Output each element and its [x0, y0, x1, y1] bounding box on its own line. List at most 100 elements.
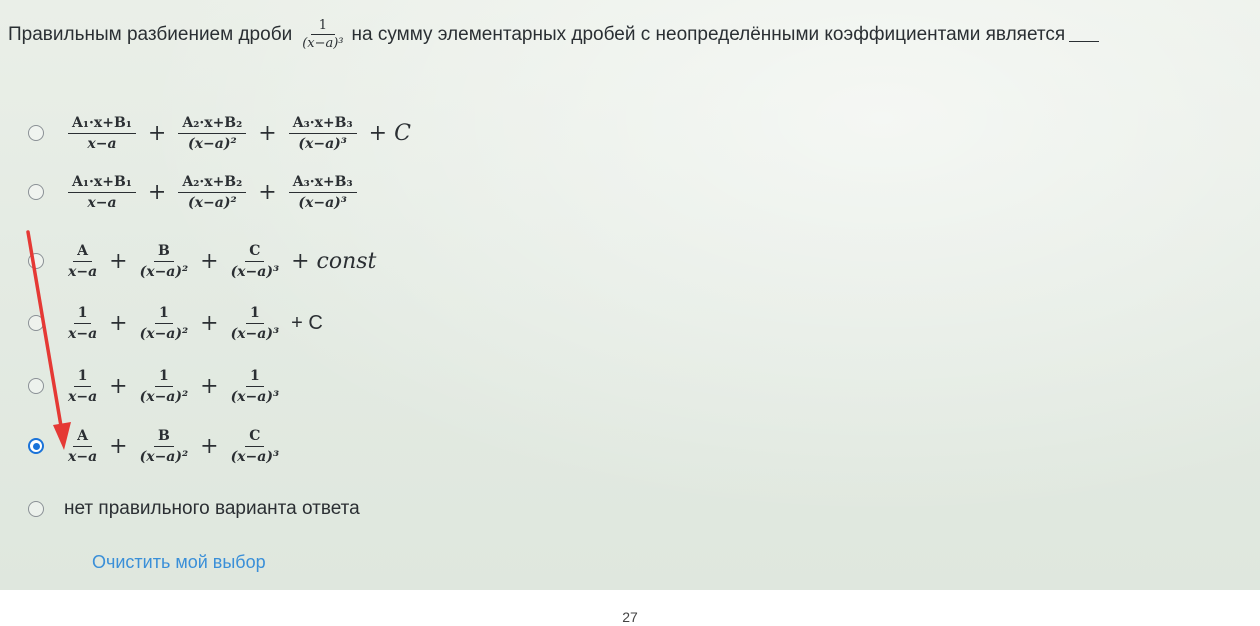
plus-sign: + [109, 373, 128, 399]
plus-sign: + [109, 248, 128, 274]
fraction-denominator: x−a [68, 263, 98, 280]
plus-sign: + [200, 373, 219, 399]
fraction-numerator: 1 [245, 305, 264, 324]
option-formula: Ax−a + B (x−a)² + C (x−a)³ + const [64, 243, 376, 280]
fraction-denominator: (x−a)² [188, 194, 237, 211]
fraction-denominator: (x−a)³ [298, 135, 347, 152]
plus-sign: + [258, 120, 277, 146]
radio-button[interactable] [28, 315, 44, 331]
fraction-denominator: (x−a)³ [230, 448, 280, 465]
question-trail: на сумму элементарных дробей с неопредел… [351, 23, 1066, 45]
question-fraction-denominator: (x−a)³ [302, 36, 344, 51]
fraction-denominator: (x−a)³ [230, 388, 280, 405]
radio-button[interactable] [28, 253, 44, 269]
fraction-numerator: 1 [73, 368, 92, 387]
plus-sign: + [200, 433, 219, 459]
fraction-numerator: A₃·x+B₃ [288, 115, 357, 134]
plus-sign: + [109, 433, 128, 459]
fraction-numerator: A₂·x+B₂ [178, 115, 247, 134]
fraction-term: 1 (x−a)² [140, 368, 189, 405]
fraction-denominator: (x−a)³ [230, 325, 280, 342]
fraction-term: A₃·x+B₃ (x−a)³ [288, 115, 357, 152]
fraction-numerator: 1 [245, 368, 264, 387]
fraction-term: B (x−a)² [140, 243, 189, 280]
fraction-numerator: A₁·x+B₁ [68, 115, 136, 134]
fraction-numerator: 1 [73, 305, 92, 324]
plus-sign: + [258, 179, 277, 205]
fraction-numerator: A₁·x+B₁ [68, 174, 136, 193]
fraction-numerator: B [153, 243, 174, 262]
answer-option[interactable]: A₁·x+B₁ x−a + A₂·x+B₂ (x−a)² + A₃·x+B₃ (x−a)³ + … [28, 105, 411, 161]
radio-button[interactable] [28, 125, 44, 141]
fraction-numerator: C [245, 243, 265, 262]
option-formula: Ax−a + B (x−a)² + C (x−a)³ [64, 428, 283, 465]
clear-choice-link[interactable]: Очистить мой выбор [92, 552, 266, 573]
option-formula: A₁·x+B₁ x−a + A₂·x+B₂ (x−a)² + A₃·x+B₃ (x−a)³ + … [64, 115, 411, 152]
plus-sign: + [147, 179, 167, 205]
radio-button[interactable] [28, 501, 44, 517]
question-lead: Правильным разбиением дроби [8, 23, 293, 45]
fraction-denominator: (x−a)² [139, 388, 189, 405]
option-formula: 1 x−a +1 (x−a)² +1 (x−a)³ [64, 368, 283, 405]
answer-option-label: нет правильного варианта ответа [64, 498, 360, 519]
fraction-denominator: x−a [87, 135, 117, 152]
fraction-numerator: 1 [154, 305, 173, 324]
fraction-term: 1 (x−a)³ [231, 305, 280, 342]
plus-sign: + [200, 248, 219, 274]
answer-option[interactable]: Ax−a + B (x−a)² + C (x−a)³ + const [28, 233, 376, 289]
option-formula: 1 x−a +1 (x−a)² +1 (x−a)³ + C [64, 305, 323, 342]
radio-button[interactable] [28, 184, 44, 200]
fraction-denominator: (x−a)² [139, 448, 189, 465]
fraction-term: A₁·x+B₁ x−a [68, 115, 136, 152]
plus-sign: + [147, 120, 167, 146]
fraction-term: A₃·x+B₃ (x−a)³ [288, 174, 357, 211]
question-fraction: 1 (x−a)³ [302, 18, 343, 51]
fraction-term: 1 x−a [68, 305, 97, 342]
fraction-term: Ax−a [68, 243, 97, 280]
option-formula: A₁·x+B₁ x−a + A₂·x+B₂ (x−a)² + A₃·x+B₃ (x−a)³ [64, 174, 361, 211]
answer-option-none[interactable]: нет правильного варианта ответа [28, 481, 360, 537]
fraction-term: 1 (x−a)³ [231, 368, 280, 405]
question-fraction-numerator: 1 [310, 18, 335, 35]
radio-button-selected[interactable] [28, 438, 44, 454]
radio-button[interactable] [28, 378, 44, 394]
fraction-term: A₁·x+B₁ x−a [68, 174, 136, 211]
fraction-denominator: (x−a)² [139, 263, 189, 280]
answer-blank [1069, 27, 1100, 42]
fraction-term: C (x−a)³ [231, 428, 280, 465]
formula-tail: + C [291, 311, 323, 334]
fraction-numerator: A [73, 428, 93, 447]
fraction-term: 1 x−a [68, 368, 97, 405]
fraction-numerator: A₃·x+B₃ [288, 174, 357, 193]
fraction-term: B (x−a)² [140, 428, 189, 465]
fraction-denominator: (x−a)² [188, 135, 237, 152]
fraction-denominator: (x−a)³ [298, 194, 347, 211]
plus-sign: + [200, 310, 219, 336]
fraction-term: A₂·x+B₂ (x−a)² [178, 174, 247, 211]
plus-sign: + [109, 310, 128, 336]
fraction-term: Ax−a [68, 428, 97, 465]
question-photo: Правильным разбиением дроби 1 (x−a)³ на … [0, 0, 1260, 590]
fraction-term: 1 (x−a)² [140, 305, 189, 342]
question-text: Правильным разбиением дроби 1 (x−a)³ на … [8, 18, 1258, 51]
fraction-denominator: x−a [87, 194, 117, 211]
fraction-numerator: C [245, 428, 265, 447]
fraction-term: C (x−a)³ [231, 243, 280, 280]
fraction-numerator: B [153, 428, 174, 447]
formula-tail: + const [291, 248, 377, 274]
fraction-denominator: (x−a)³ [230, 263, 280, 280]
fraction-denominator: x−a [68, 448, 98, 465]
fraction-denominator: x−a [68, 325, 98, 342]
answer-option[interactable]: Ax−a + B (x−a)² + C (x−a)³ [28, 418, 283, 474]
fraction-denominator: (x−a)² [139, 325, 189, 342]
answer-option[interactable]: 1 x−a +1 (x−a)² +1 (x−a)³ [28, 358, 283, 414]
fraction-numerator: A₂·x+B₂ [178, 174, 247, 193]
answer-option[interactable]: 1 x−a +1 (x−a)² +1 (x−a)³ + C [28, 295, 323, 351]
formula-tail: + C [368, 120, 411, 146]
answer-option[interactable]: A₁·x+B₁ x−a + A₂·x+B₂ (x−a)² + A₃·x+B₃ (x−a)³ [28, 164, 361, 220]
fraction-numerator: 1 [154, 368, 173, 387]
fraction-denominator: x−a [68, 388, 98, 405]
fraction-numerator: A [73, 243, 93, 262]
fraction-term: A₂·x+B₂ (x−a)² [178, 115, 247, 152]
page-number: 27 [622, 609, 638, 625]
